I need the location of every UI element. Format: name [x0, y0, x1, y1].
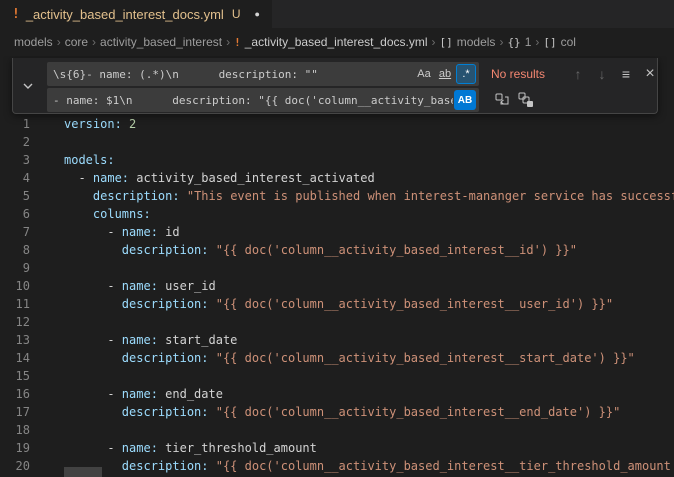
- replace-input-box: AB: [47, 88, 479, 112]
- breadcrumb-symbol-models[interactable]: models: [457, 35, 496, 49]
- line-number: 1: [0, 115, 30, 133]
- breadcrumb-separator: ›: [432, 35, 436, 49]
- code-line[interactable]: [64, 367, 674, 385]
- code-line[interactable]: description: "{{ doc('column__activity_b…: [64, 349, 674, 367]
- line-number: 10: [0, 277, 30, 295]
- code-line[interactable]: [64, 421, 674, 439]
- code-line[interactable]: [64, 133, 674, 151]
- code-line[interactable]: models:: [64, 151, 674, 169]
- line-number: 8: [0, 241, 30, 259]
- code-line[interactable]: - name: start_date: [64, 331, 674, 349]
- breadcrumb-separator: ›: [226, 35, 230, 49]
- breadcrumb-item-file[interactable]: _activity_based_interest_docs.yml: [245, 35, 428, 49]
- tab-title: _activity_based_interest_docs.yml: [26, 7, 224, 22]
- line-number: 19: [0, 439, 30, 457]
- next-match-button[interactable]: ↓: [591, 63, 613, 85]
- breadcrumb-item-models[interactable]: models: [14, 35, 53, 49]
- line-number: 18: [0, 421, 30, 439]
- breadcrumb-item-activity-based-interest[interactable]: activity_based_interest: [100, 35, 222, 49]
- breadcrumb-separator: ›: [535, 35, 539, 49]
- find-row: Aa ab .* No results ↑ ↓ ≡ ×: [47, 62, 653, 86]
- unsaved-dot-icon[interactable]: ●: [255, 9, 260, 19]
- line-number: 5: [0, 187, 30, 205]
- line-number: 16: [0, 385, 30, 403]
- breadcrumb: models › core › activity_based_interest …: [0, 28, 674, 56]
- line-number: 7: [0, 223, 30, 241]
- code-line[interactable]: - name: end_date: [64, 385, 674, 403]
- close-find-widget-button[interactable]: ×: [639, 63, 661, 85]
- line-number: 14: [0, 349, 30, 367]
- code-line[interactable]: columns:: [64, 205, 674, 223]
- replace-button[interactable]: [491, 89, 513, 111]
- yaml-file-icon: !: [12, 7, 20, 22]
- line-number: 17: [0, 403, 30, 421]
- line-number: 3: [0, 151, 30, 169]
- find-in-selection-button[interactable]: ≡: [615, 63, 637, 85]
- code-line[interactable]: - name: activity_based_interest_activate…: [64, 169, 674, 187]
- code-line[interactable]: - name: id: [64, 223, 674, 241]
- find-status-text: No results: [491, 67, 565, 81]
- toggle-replace-chevron-icon[interactable]: [13, 58, 43, 113]
- find-input[interactable]: [53, 68, 413, 81]
- scrollbar-slider[interactable]: [64, 467, 102, 477]
- code-line[interactable]: [64, 259, 674, 277]
- horizontal-scrollbar[interactable]: [64, 467, 674, 477]
- find-widget: Aa ab .* No results ↑ ↓ ≡ × AB: [12, 58, 658, 114]
- match-case-toggle[interactable]: Aa: [414, 64, 434, 84]
- replace-all-button[interactable]: [515, 89, 537, 111]
- code-line[interactable]: - name: tier_threshold_amount: [64, 439, 674, 457]
- preserve-case-toggle[interactable]: AB: [454, 90, 476, 110]
- previous-match-button[interactable]: ↑: [567, 63, 589, 85]
- code-line[interactable]: description: "{{ doc('column__activity_b…: [64, 241, 674, 259]
- line-number: 4: [0, 169, 30, 187]
- code-line[interactable]: [64, 313, 674, 331]
- symbol-object-icon: {}: [507, 36, 520, 49]
- code-line[interactable]: description: "This event is published wh…: [64, 187, 674, 205]
- git-status-badge: U: [232, 7, 241, 21]
- tab-bar: ! _activity_based_interest_docs.yml U ●: [0, 0, 674, 28]
- line-number: 15: [0, 367, 30, 385]
- regex-toggle[interactable]: .*: [456, 64, 476, 84]
- code-line[interactable]: description: "{{ doc('column__activity_b…: [64, 403, 674, 421]
- code-line[interactable]: description: "{{ doc('column__activity_b…: [64, 295, 674, 313]
- breadcrumb-symbol-1[interactable]: 1: [525, 35, 532, 49]
- line-number: 20: [0, 457, 30, 475]
- gutter: 1234567891011121314151617181920: [0, 115, 30, 475]
- symbol-array-icon: []: [543, 36, 556, 49]
- breadcrumb-separator: ›: [499, 35, 503, 49]
- line-number: 12: [0, 313, 30, 331]
- breadcrumb-separator: ›: [57, 35, 61, 49]
- line-number: 11: [0, 295, 30, 313]
- whole-word-toggle[interactable]: ab: [435, 64, 455, 84]
- line-number: 2: [0, 133, 30, 151]
- tab-activity-based-interest-docs[interactable]: ! _activity_based_interest_docs.yml U ●: [0, 0, 272, 28]
- breadcrumb-item-core[interactable]: core: [65, 35, 88, 49]
- vscode-window: ! _activity_based_interest_docs.yml U ● …: [0, 0, 674, 477]
- breadcrumb-symbol-col[interactable]: col: [561, 35, 576, 49]
- yaml-file-icon: !: [234, 36, 241, 49]
- replace-row: AB: [47, 88, 653, 112]
- editor-area: 1234567891011121314151617181920 version:…: [0, 56, 674, 477]
- find-input-box: Aa ab .*: [47, 62, 479, 86]
- line-number: 6: [0, 205, 30, 223]
- line-number: 13: [0, 331, 30, 349]
- code-line[interactable]: version: 2: [64, 115, 674, 133]
- code-lines: version: 2 models: - name: activity_based…: [64, 115, 674, 477]
- line-number: 9: [0, 259, 30, 277]
- code-line[interactable]: - name: user_id: [64, 277, 674, 295]
- breadcrumb-separator: ›: [92, 35, 96, 49]
- symbol-array-icon: []: [440, 36, 453, 49]
- replace-input[interactable]: [53, 94, 453, 107]
